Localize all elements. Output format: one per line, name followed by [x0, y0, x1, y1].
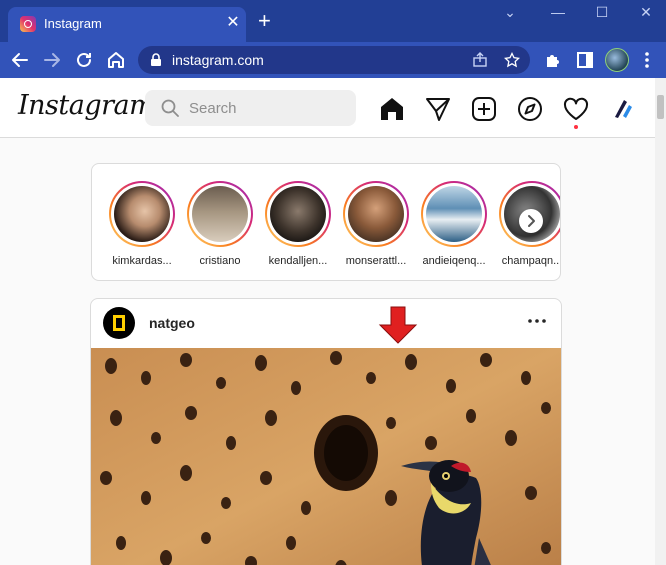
post-username[interactable]: natgeo [149, 315, 195, 331]
address-bar[interactable]: instagram.com [138, 46, 530, 74]
extensions-puzzle-icon[interactable] [542, 49, 564, 71]
story-item[interactable]: kendalljen... [265, 181, 331, 267]
story-username: andieiqenq... [422, 255, 486, 267]
search-placeholder: Search [189, 100, 237, 117]
story-username: kendalljen... [268, 255, 328, 267]
direct-message-icon[interactable] [425, 96, 451, 122]
story-avatar [270, 186, 326, 242]
story-avatar [426, 186, 482, 242]
share-icon[interactable] [472, 52, 488, 68]
story-ring [343, 181, 409, 247]
story-item[interactable]: cristiano [187, 181, 253, 267]
story-item[interactable]: kimkardas... [109, 181, 175, 267]
story-ring [187, 181, 253, 247]
story-username: monserattl... [345, 255, 407, 267]
search-icon [161, 99, 179, 117]
stories-tray: kimkardas... cristiano kendalljen... mon… [91, 163, 561, 281]
side-panel-icon[interactable] [574, 49, 596, 71]
post-image[interactable] [91, 348, 562, 565]
home-page-icon[interactable] [105, 49, 127, 71]
profile-icon[interactable] [610, 96, 636, 122]
story-ring [265, 181, 331, 247]
stories-next-chevron-icon[interactable] [519, 209, 543, 233]
lock-icon[interactable] [150, 53, 162, 67]
scrollbar-thumb[interactable] [657, 95, 664, 119]
story-ring [421, 181, 487, 247]
more-options-icon[interactable] [527, 313, 547, 329]
page-scrollbar[interactable] [655, 78, 666, 565]
home-icon[interactable] [379, 96, 405, 122]
browser-profile-avatar[interactable] [605, 48, 629, 72]
instagram-favicon-icon [20, 16, 36, 32]
story-username: champaqn... [501, 255, 561, 267]
story-item[interactable]: andieiqenq... [421, 181, 487, 267]
minimize-button[interactable]: — [546, 4, 570, 20]
close-window-button[interactable]: ✕ [634, 4, 658, 21]
web-page: Instagram Search kimkardas... cristiano … [0, 78, 655, 565]
browser-titlebar: Instagram ✕ + ⌄ — ☐ ✕ [0, 0, 666, 42]
story-avatar [192, 186, 248, 242]
new-tab-button[interactable]: + [258, 10, 271, 32]
instagram-header: Instagram Search [0, 78, 655, 138]
story-username: cristiano [199, 255, 241, 267]
tab-close-icon[interactable]: ✕ [224, 12, 242, 32]
browser-toolbar: instagram.com [0, 42, 666, 78]
browser-menu-icon[interactable] [638, 49, 656, 71]
story-avatar [114, 186, 170, 242]
tab-title: Instagram [44, 16, 102, 31]
forward-arrow-icon[interactable] [41, 49, 63, 71]
browser-tab[interactable]: Instagram ✕ [8, 7, 246, 42]
feed-post: natgeo [90, 298, 562, 565]
notification-dot [574, 125, 578, 129]
story-username: kimkardas... [112, 255, 172, 267]
url-text[interactable]: instagram.com [172, 52, 264, 68]
maximize-button[interactable]: ☐ [590, 4, 614, 21]
instagram-logo[interactable]: Instagram [18, 90, 155, 121]
activity-heart-icon[interactable] [563, 96, 589, 122]
reload-icon[interactable] [73, 49, 95, 71]
red-down-arrow-annotation [378, 306, 418, 344]
bookmark-star-icon[interactable] [504, 52, 520, 68]
new-post-icon[interactable] [471, 96, 497, 122]
post-author-avatar[interactable] [103, 307, 135, 339]
story-item[interactable]: monserattl... [343, 181, 409, 267]
back-arrow-icon[interactable] [9, 49, 31, 71]
search-input[interactable]: Search [145, 90, 356, 126]
tab-search-chevron-icon[interactable]: ⌄ [498, 4, 522, 21]
explore-icon[interactable] [517, 96, 543, 122]
story-ring [109, 181, 175, 247]
story-avatar [348, 186, 404, 242]
